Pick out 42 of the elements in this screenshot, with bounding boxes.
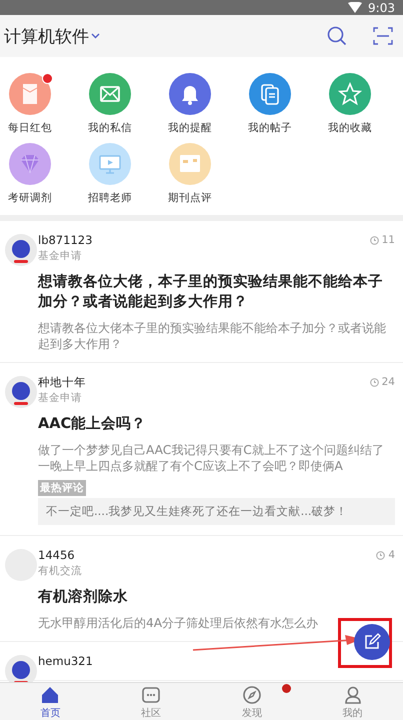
clock-icon xyxy=(370,236,379,244)
author-name: lb871123 xyxy=(38,233,92,247)
post-excerpt: 做了一个梦梦见自己AAC我记得只要有C就上不了这个问题纠结了一晚上早上四点多就醒了有个C应该上不了会吧？即使俩A xyxy=(38,442,385,474)
post-category: 基金申请 xyxy=(38,391,82,406)
view-count: 24 xyxy=(382,375,395,390)
view-count: 11 xyxy=(382,233,395,247)
shortcut-item[interactable]: 期刊点评 xyxy=(160,143,220,205)
shortcut-item[interactable]: 每日红包 xyxy=(0,73,60,135)
post-category: 基金申请 xyxy=(38,249,82,263)
author-name: hemu321 xyxy=(38,654,93,668)
avatar-globe-icon xyxy=(4,375,38,410)
shortcut-item[interactable]: 我的收藏 xyxy=(320,73,380,135)
shortcut-item[interactable]: 我的私信 xyxy=(80,73,140,135)
status-time: 9:03 xyxy=(368,0,395,14)
hot-comment-label: 最热评论 xyxy=(38,480,86,496)
post-excerpt: 无水甲醇用活化后的4A分子筛处理后依然有水怎么办 xyxy=(38,615,318,632)
shortcut-item[interactable]: 我的提醒 xyxy=(160,73,220,135)
nav-tab[interactable]: 首页 xyxy=(0,683,101,720)
avatar-globe-icon xyxy=(4,233,38,267)
author-name: 14456 xyxy=(38,548,75,562)
compass-icon xyxy=(240,684,263,706)
scan-icon[interactable] xyxy=(373,27,393,45)
chevron-icon xyxy=(91,33,100,39)
post-title[interactable]: AAC能上会吗？ xyxy=(38,414,395,434)
search-icon[interactable] xyxy=(327,26,347,46)
post-title[interactable]: 想请教各位大佬，本子里的预实验结果能不能给本子加分？或者说能起到多大作用？ xyxy=(38,272,395,312)
author-name: 种地十年 xyxy=(38,375,86,390)
shortcut-item[interactable]: 招聘老师 xyxy=(80,143,140,205)
compose-button[interactable] xyxy=(354,624,390,660)
post-category: 有机交流 xyxy=(38,564,82,578)
clock-icon xyxy=(370,378,379,387)
hot-comment: 不一定吧....我梦见又生娃疼死了还在一边看文献...破梦！ xyxy=(38,498,395,526)
category-dropdown[interactable]: 计算机软件 xyxy=(4,24,100,48)
shortcut-item[interactable]: 我的帖子 xyxy=(240,73,300,135)
post-title[interactable]: 有机溶剂除水 xyxy=(38,587,395,608)
shortcut-item[interactable]: 考研调剂 xyxy=(0,143,60,205)
edit-icon xyxy=(363,633,381,651)
view-count: 4 xyxy=(388,548,395,562)
highlight-box xyxy=(338,618,392,668)
post-excerpt: 想请教各位大佬本子里的预实验结果能不能给本子加分？或者说能起到多大作用？ xyxy=(38,320,387,352)
wifi-icon xyxy=(348,2,362,13)
clock-icon xyxy=(376,550,386,560)
